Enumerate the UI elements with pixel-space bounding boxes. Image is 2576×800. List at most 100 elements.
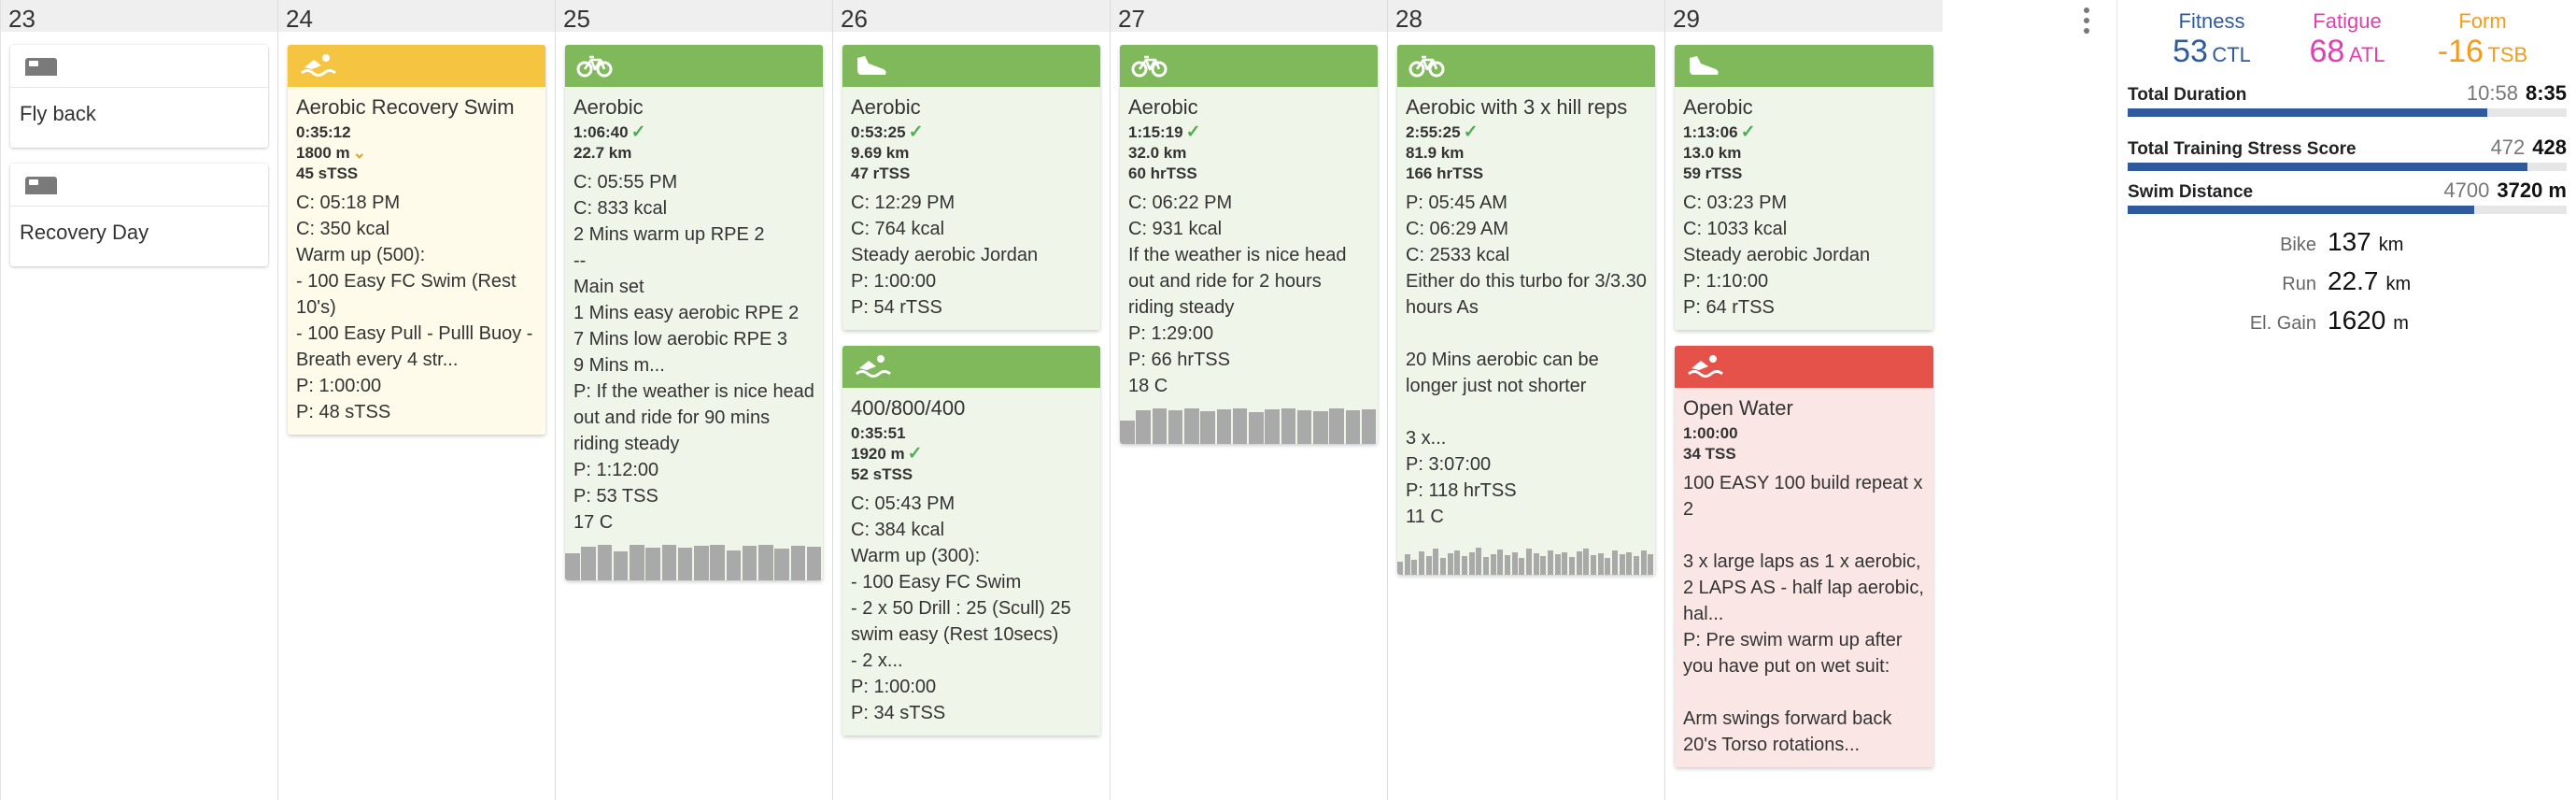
power-profile-bar xyxy=(1281,408,1296,444)
bike-total-label: Bike xyxy=(2280,235,2316,255)
form-label: Form xyxy=(2458,9,2507,33)
workout-card[interactable]: Aerobic 1:06:40 ✓ 22.7 km C: 05:55 PM C: 833 … xyxy=(565,45,823,580)
power-profile-bar xyxy=(710,545,725,580)
power-profile-bar xyxy=(1619,554,1625,575)
run-total-unit: km xyxy=(2385,274,2412,294)
note-card[interactable]: Recovery Day xyxy=(10,164,268,266)
power-profile-bar xyxy=(581,547,596,580)
detail-line: 3 x... xyxy=(1406,428,1447,449)
fitness-label: Fitness xyxy=(2178,9,2245,33)
day-cards: Aerobic 1:13:06 ✓ 13.0 km 59 rTSS C: 03:23 PM… xyxy=(1665,32,1943,767)
detail-line: P: 53 TSS xyxy=(573,486,658,507)
elevation-gain-row: El. Gain 1620 m xyxy=(2118,306,2576,345)
total-tss-progress-fill xyxy=(2128,163,2527,171)
workout-card[interactable]: Aerobic Recovery Swim 0:35:12 1800 m ⌄ 45 sT… xyxy=(288,45,545,435)
workout-card[interactable]: 400/800/400 0:35:51 1920 m ✓ 52 sTSS C: 05:43… xyxy=(842,346,1100,736)
shoe-icon xyxy=(1686,52,1725,83)
card-header xyxy=(842,346,1100,388)
metric-value: 1920 m xyxy=(851,445,905,463)
detail-line: 9 Mins m... xyxy=(573,355,665,376)
detail-line: Warm up (500): xyxy=(296,245,426,265)
fitness-metric[interactable]: Fitness 53 CTL xyxy=(2146,9,2277,70)
power-profile-bar xyxy=(1419,551,1424,575)
swim-distance-row: Swim Distance 4700 3720 m xyxy=(2128,179,2567,214)
workout-metric: 13.0 km xyxy=(1683,143,1925,164)
swim-icon xyxy=(299,52,338,83)
detail-line: - 2 x... xyxy=(851,650,903,671)
card-body: Aerobic 1:15:19 ✓ 32.0 km 60 hrTSS C: 06:22 P… xyxy=(1120,87,1378,444)
power-profile-bar xyxy=(1640,550,1647,575)
power-profile-bar xyxy=(1120,421,1135,444)
form-value: -16 xyxy=(2437,34,2484,69)
more-options-icon[interactable] xyxy=(2081,7,2092,39)
elevation-gain-unit: m xyxy=(2393,313,2409,334)
power-profile-bar xyxy=(597,545,613,580)
detail-line: P: 66 hrTSS xyxy=(1128,350,1230,370)
power-profile-bar xyxy=(1569,556,1575,575)
workout-title: Aerobic xyxy=(1128,95,1198,119)
card-body: Open Water 1:00:00 34 TSS 100 EASY 100 buil… xyxy=(1675,388,1933,767)
power-profile-bar xyxy=(1511,552,1518,575)
card-body: Fly back xyxy=(10,88,268,148)
week-summary-panel: Fitness 53 CTL Fatigue 68 ATL Form -16 T… xyxy=(2118,0,2576,800)
metric-value: 1:13:06 xyxy=(1683,123,1738,141)
day-header-27: 27 xyxy=(1111,0,1387,33)
card-header xyxy=(1675,45,1933,87)
workout-title: Aerobic xyxy=(573,95,644,119)
workout-details: C: 06:22 PM C: 931 kcal If the weather is … xyxy=(1128,190,1369,399)
workout-title: Open Water xyxy=(1683,396,1793,420)
power-profile-bar xyxy=(1605,558,1611,575)
detail-line: C: 384 kcal xyxy=(851,520,945,540)
day-header-24: 24 xyxy=(278,0,555,33)
total-duration-actual: 8:35 xyxy=(2525,81,2567,105)
card-header xyxy=(1120,45,1378,87)
day-column-27: 27 Aerobic 1:15:19 ✓ 32.0 km 60 hrTSS C: 06:22… xyxy=(1110,0,1387,800)
metric-value: 166 hrTSS xyxy=(1406,164,1484,182)
detail-line xyxy=(1683,679,1925,706)
card-header xyxy=(565,45,823,87)
power-profile-bar xyxy=(1447,552,1453,575)
workout-metric: 1:15:19 ✓ xyxy=(1128,122,1369,143)
workout-details: C: 05:43 PM C: 384 kcal Warm up (300): - 10… xyxy=(851,491,1092,726)
power-profile-bar xyxy=(1361,409,1377,444)
detail-line: P: 1:00:00 xyxy=(851,677,937,697)
metric-value: 1800 m xyxy=(296,144,350,162)
card-header xyxy=(10,164,268,207)
power-profile-bar xyxy=(1540,556,1547,575)
swim-icon xyxy=(854,353,893,384)
bed-icon xyxy=(21,52,61,83)
card-header xyxy=(1397,45,1655,87)
day-cards: Aerobic 0:53:25 ✓ 9.69 km 47 rTSS C: 12:29 PM… xyxy=(833,32,1110,736)
detail-line: Steady aerobic Jordan xyxy=(1683,245,1871,265)
workout-card[interactable]: Aerobic 1:13:06 ✓ 13.0 km 59 rTSS C: 03:23 PM… xyxy=(1675,45,1933,330)
note-card[interactable]: Fly back xyxy=(10,45,268,148)
power-profile-bar xyxy=(1404,554,1410,575)
workout-card[interactable]: Aerobic 1:15:19 ✓ 32.0 km 60 hrTSS C: 06:22 P… xyxy=(1120,45,1378,444)
swim-distance-progress xyxy=(2128,206,2567,214)
fatigue-unit: ATL xyxy=(2348,43,2385,66)
workout-card[interactable]: Aerobic with 3 x hill reps 2:55:25 ✓ 81.9 k… xyxy=(1397,45,1655,575)
day-column-28: 28 Aerobic with 3 x hill reps 2:55:25 ✓ 81.9… xyxy=(1387,0,1664,800)
power-profile-bar xyxy=(1476,548,1482,575)
workout-card[interactable]: Open Water 1:00:00 34 TSS 100 EASY 100 buil… xyxy=(1675,346,1933,767)
card-header xyxy=(842,45,1100,87)
workout-title: Aerobic xyxy=(1683,95,1753,119)
power-profile-bar xyxy=(742,546,757,580)
partial-chevron-icon: ⌄ xyxy=(352,144,366,162)
workout-card[interactable]: Aerobic 0:53:25 ✓ 9.69 km 47 rTSS C: 12:29 PM… xyxy=(842,45,1100,330)
day-column-29: 29 Aerobic 1:13:06 ✓ 13.0 km 59 rTSS C: 03:23 … xyxy=(1664,0,1943,800)
workout-metric: 0:53:25 ✓ xyxy=(851,122,1092,143)
day-header-26: 26 xyxy=(833,0,1110,33)
metric-value: 1:00:00 xyxy=(1683,424,1738,442)
completed-check-icon: ✓ xyxy=(1185,122,1201,142)
summary-divider xyxy=(2116,0,2117,800)
run-total-label: Run xyxy=(2282,274,2316,294)
fatigue-label: Fatigue xyxy=(2313,9,2382,33)
detail-line: P: 118 hrTSS xyxy=(1406,480,1517,501)
power-profile-bar xyxy=(1554,554,1561,575)
workout-details: C: 03:23 PM C: 1033 kcal Steady aerobic Jo… xyxy=(1683,190,1925,321)
form-metric[interactable]: Form -16 TSB xyxy=(2417,9,2548,70)
fatigue-metric[interactable]: Fatigue 68 ATL xyxy=(2282,9,2413,70)
total-duration-row: Total Duration 10:58 8:35 xyxy=(2128,81,2567,117)
day-header-29: 29 xyxy=(1665,0,1943,33)
